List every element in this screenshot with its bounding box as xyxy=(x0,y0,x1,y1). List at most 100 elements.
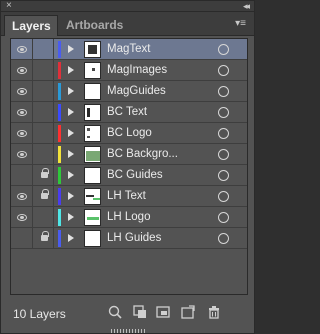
expand-arrow-icon[interactable] xyxy=(68,66,74,74)
lock-toggle[interactable] xyxy=(34,39,54,60)
layer-name[interactable]: MagImages xyxy=(107,60,167,81)
expand-arrow-icon[interactable] xyxy=(68,192,74,200)
expand-arrow-icon[interactable] xyxy=(68,108,74,116)
eye-icon xyxy=(17,88,27,95)
close-icon[interactable]: × xyxy=(6,0,12,12)
layer-row[interactable]: MagText xyxy=(11,39,247,60)
layer-thumbnail xyxy=(84,62,101,79)
lock-icon xyxy=(41,189,49,199)
tab-layers[interactable]: Layers xyxy=(4,15,58,36)
layer-color-swatch xyxy=(58,146,61,163)
layer-name[interactable]: BC Guides xyxy=(107,165,163,186)
target-circle-icon[interactable] xyxy=(218,44,229,55)
layer-thumbnail xyxy=(84,230,101,247)
visibility-toggle[interactable] xyxy=(11,207,33,228)
visibility-toggle[interactable] xyxy=(11,228,33,249)
expand-arrow-icon[interactable] xyxy=(68,171,74,179)
target-circle-icon[interactable] xyxy=(218,128,229,139)
lock-toggle[interactable] xyxy=(34,123,54,144)
locate-object-icon[interactable] xyxy=(107,304,123,320)
layer-thumbnail xyxy=(84,167,101,184)
layer-count: 10 Layers xyxy=(13,307,66,321)
layer-color-swatch xyxy=(58,188,61,205)
layer-name[interactable]: MagGuides xyxy=(107,81,166,102)
layer-row[interactable]: LH Guides xyxy=(11,228,247,249)
panel-menu-icon[interactable]: ▾≡ xyxy=(235,18,246,30)
visibility-toggle[interactable] xyxy=(11,123,33,144)
layer-row[interactable]: BC Logo xyxy=(11,123,247,144)
target-circle-icon[interactable] xyxy=(218,86,229,97)
target-circle-icon[interactable] xyxy=(218,149,229,160)
layer-row[interactable]: BC Text xyxy=(11,102,247,123)
tab-bar: Layers Artboards ▾≡ xyxy=(1,12,254,36)
eye-icon xyxy=(17,193,27,200)
layer-color-swatch xyxy=(58,230,61,247)
eye-icon xyxy=(17,109,27,116)
lock-toggle[interactable] xyxy=(34,60,54,81)
expand-arrow-icon[interactable] xyxy=(68,150,74,158)
panel-footer: 10 Layers xyxy=(1,297,254,333)
visibility-toggle[interactable] xyxy=(11,60,33,81)
lock-toggle[interactable] xyxy=(34,81,54,102)
tab-artboards[interactable]: Artboards xyxy=(59,15,130,36)
lock-toggle[interactable] xyxy=(34,207,54,228)
target-circle-icon[interactable] xyxy=(218,191,229,202)
target-circle-icon[interactable] xyxy=(218,107,229,118)
lock-toggle[interactable] xyxy=(34,186,54,207)
visibility-toggle[interactable] xyxy=(11,81,33,102)
layer-thumbnail xyxy=(84,41,101,58)
layer-color-swatch xyxy=(58,83,61,100)
visibility-toggle[interactable] xyxy=(11,39,33,60)
layers-panel: × ◂◂ Layers Artboards ▾≡ MagText MagImage… xyxy=(0,0,255,334)
layer-color-swatch xyxy=(58,167,61,184)
eye-icon xyxy=(17,151,27,158)
target-circle-icon[interactable] xyxy=(218,233,229,244)
layer-name[interactable]: LH Text xyxy=(107,186,146,207)
layer-color-swatch xyxy=(58,41,61,58)
visibility-toggle[interactable] xyxy=(11,165,33,186)
layer-name[interactable]: BC Text xyxy=(107,102,147,123)
layer-thumbnail xyxy=(84,188,101,205)
lock-toggle[interactable] xyxy=(34,144,54,165)
target-circle-icon[interactable] xyxy=(218,170,229,181)
target-circle-icon[interactable] xyxy=(218,65,229,76)
layer-color-swatch xyxy=(58,62,61,79)
expand-arrow-icon[interactable] xyxy=(68,129,74,137)
visibility-toggle[interactable] xyxy=(11,102,33,123)
new-sublayer-icon[interactable] xyxy=(155,304,171,320)
layer-row[interactable]: MagImages xyxy=(11,60,247,81)
layer-thumbnail xyxy=(84,125,101,142)
eye-icon xyxy=(17,67,27,74)
layer-color-swatch xyxy=(58,209,61,226)
panel-title-bar: × ◂◂ xyxy=(1,0,254,12)
layer-row[interactable]: MagGuides xyxy=(11,81,247,102)
layer-row[interactable]: LH Logo xyxy=(11,207,247,228)
new-layer-icon[interactable] xyxy=(180,304,196,320)
layer-thumbnail xyxy=(84,209,101,226)
delete-layer-icon[interactable] xyxy=(206,304,222,320)
layer-name[interactable]: MagText xyxy=(107,39,150,60)
collapse-icon[interactable]: ◂◂ xyxy=(243,0,250,12)
eye-icon xyxy=(17,214,27,221)
lock-toggle[interactable] xyxy=(34,228,54,249)
layer-thumbnail xyxy=(84,146,101,163)
expand-arrow-icon[interactable] xyxy=(68,234,74,242)
clipping-mask-icon[interactable] xyxy=(132,304,148,320)
layer-name[interactable]: BC Logo xyxy=(107,123,152,144)
lock-icon xyxy=(41,231,49,241)
target-circle-icon[interactable] xyxy=(218,212,229,223)
resize-grip[interactable] xyxy=(111,329,145,333)
layer-name[interactable]: LH Guides xyxy=(107,228,161,249)
expand-arrow-icon[interactable] xyxy=(68,45,74,53)
layer-row[interactable]: LH Text xyxy=(11,186,247,207)
layer-row[interactable]: BC Backgro... xyxy=(11,144,247,165)
lock-toggle[interactable] xyxy=(34,102,54,123)
lock-toggle[interactable] xyxy=(34,165,54,186)
layer-name[interactable]: LH Logo xyxy=(107,207,150,228)
visibility-toggle[interactable] xyxy=(11,186,33,207)
layer-name[interactable]: BC Backgro... xyxy=(107,144,178,165)
expand-arrow-icon[interactable] xyxy=(68,87,74,95)
visibility-toggle[interactable] xyxy=(11,144,33,165)
layer-row[interactable]: BC Guides xyxy=(11,165,247,186)
expand-arrow-icon[interactable] xyxy=(68,213,74,221)
